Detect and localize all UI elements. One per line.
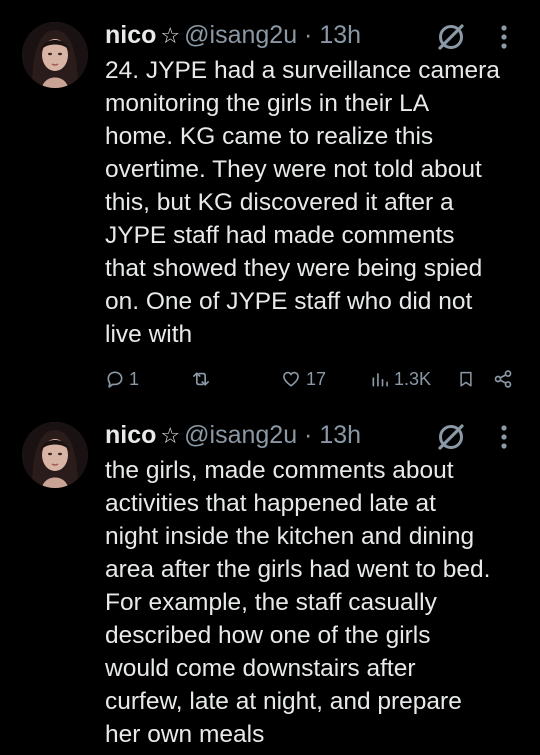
tweet-header: nico ☆ @isang2u · 13h bbox=[105, 418, 361, 452]
views-icon bbox=[372, 373, 388, 387]
heart-icon bbox=[283, 371, 299, 387]
timestamp[interactable]: 13h bbox=[319, 21, 361, 49]
timestamp[interactable]: 13h bbox=[319, 421, 361, 449]
separator-dot: · bbox=[304, 421, 313, 449]
tweet-text: 24. JYPE had a surveillance camera monit… bbox=[105, 57, 500, 348]
tweet-actions: 1 17 1.3K bbox=[0, 364, 540, 394]
tweet[interactable]: nico ☆ @isang2u · 13h 24. JYPE had a surve… bbox=[0, 0, 540, 400]
like-button[interactable]: 17 bbox=[280, 364, 326, 394]
reply-icon bbox=[107, 371, 123, 388]
views-button[interactable]: 1.3K bbox=[370, 364, 431, 394]
reply-count: 1 bbox=[129, 368, 140, 389]
avatar[interactable] bbox=[22, 422, 88, 488]
share-icon bbox=[494, 370, 512, 388]
tweet[interactable]: nico ☆ @isang2u · 13h the girls, made comm… bbox=[0, 400, 540, 755]
author-handle[interactable]: @isang2u bbox=[184, 421, 297, 449]
author-name[interactable]: nico bbox=[105, 421, 156, 449]
star-icon: ☆ bbox=[160, 423, 181, 448]
share-button[interactable] bbox=[493, 364, 513, 394]
author-handle[interactable]: @isang2u bbox=[184, 21, 297, 49]
tweet-text: the girls, made comments about activitie… bbox=[105, 457, 491, 748]
retweet-button[interactable] bbox=[190, 364, 216, 394]
tweet-header: nico ☆ @isang2u · 13h bbox=[105, 18, 361, 52]
bookmark-icon bbox=[460, 371, 472, 387]
like-count: 17 bbox=[306, 368, 327, 389]
grok-icon[interactable] bbox=[437, 423, 465, 451]
retweet-icon bbox=[193, 372, 209, 386]
reply-button[interactable]: 1 bbox=[105, 364, 139, 394]
author-name[interactable]: nico bbox=[105, 21, 156, 49]
avatar[interactable] bbox=[22, 22, 88, 88]
more-icon[interactable] bbox=[494, 422, 514, 452]
more-icon[interactable] bbox=[494, 22, 514, 52]
separator-dot: · bbox=[304, 21, 313, 49]
star-icon: ☆ bbox=[160, 23, 181, 48]
grok-icon[interactable] bbox=[437, 23, 465, 51]
views-count: 1.3K bbox=[394, 368, 432, 389]
bookmark-button[interactable] bbox=[457, 364, 475, 394]
